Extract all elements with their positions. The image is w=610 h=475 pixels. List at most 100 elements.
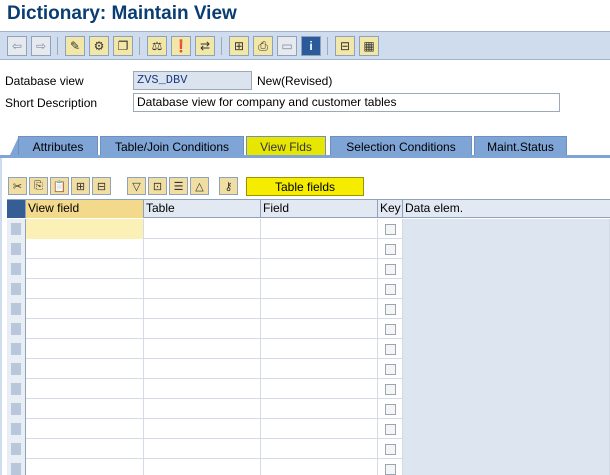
table-cell[interactable] (144, 439, 261, 459)
disabled-icon[interactable]: ▭ (277, 36, 297, 56)
table-cell[interactable] (144, 359, 261, 379)
paste-icon[interactable]: 📋 (50, 177, 69, 195)
key-icon[interactable]: ⚷ (219, 177, 238, 195)
key-cell[interactable] (378, 259, 403, 279)
active-inactive-icon[interactable]: ⚙ (89, 36, 109, 56)
table-cell[interactable] (144, 379, 261, 399)
row-selector[interactable] (7, 439, 26, 459)
key-checkbox[interactable] (385, 384, 396, 395)
view-field-cell[interactable] (26, 279, 144, 299)
column-header-table[interactable]: Table (144, 200, 261, 218)
key-cell[interactable] (378, 299, 403, 319)
display-change-icon[interactable]: ✎ (65, 36, 85, 56)
row-selector[interactable] (7, 239, 26, 259)
key-cell[interactable] (378, 359, 403, 379)
view-field-cell[interactable] (26, 339, 144, 359)
row-selector[interactable] (7, 299, 26, 319)
key-cell[interactable] (378, 279, 403, 299)
column-header-field[interactable]: Field (261, 200, 378, 218)
field-cell[interactable] (261, 439, 378, 459)
column-header-key[interactable]: Key (378, 200, 403, 218)
hierarchy-icon[interactable]: ⊞ (229, 36, 249, 56)
key-checkbox[interactable] (385, 404, 396, 415)
activate-icon[interactable]: ❗ (171, 36, 191, 56)
key-checkbox[interactable] (385, 444, 396, 455)
key-cell[interactable] (378, 459, 403, 475)
view-field-cell[interactable] (26, 239, 144, 259)
table-cell[interactable] (144, 419, 261, 439)
column-header-view-field[interactable]: View field (26, 200, 144, 218)
row-selector[interactable] (7, 219, 26, 239)
row-selector[interactable] (7, 399, 26, 419)
key-checkbox[interactable] (385, 344, 396, 355)
tree-icon[interactable]: ⊟ (335, 36, 355, 56)
table-cell[interactable] (144, 399, 261, 419)
key-checkbox[interactable] (385, 324, 396, 335)
view-field-cell[interactable] (26, 319, 144, 339)
cut-icon[interactable]: ✂ (8, 177, 27, 195)
column-header-data-elem[interactable]: Data elem. (403, 200, 610, 218)
check-icon[interactable]: ⚖ (147, 36, 167, 56)
field-cell[interactable] (261, 459, 378, 475)
field-cell[interactable] (261, 359, 378, 379)
print-icon[interactable]: ⎙ (253, 36, 273, 56)
field-cell[interactable] (261, 239, 378, 259)
row-selector[interactable] (7, 339, 26, 359)
forward-arrow-icon[interactable]: ⇨ (31, 36, 51, 56)
row-selector[interactable] (7, 279, 26, 299)
key-checkbox[interactable] (385, 424, 396, 435)
insert-row-icon[interactable]: ⊞ (71, 177, 90, 195)
select-all-icon[interactable]: ▽ (127, 177, 146, 195)
field-cell[interactable] (261, 299, 378, 319)
field-cell[interactable] (261, 259, 378, 279)
row-selector[interactable] (7, 459, 26, 475)
copy-icon[interactable]: ⎘ (29, 177, 48, 195)
table-cell[interactable] (144, 339, 261, 359)
tab-view-flds[interactable]: View Flds (246, 136, 326, 157)
row-selector[interactable] (7, 259, 26, 279)
view-field-cell[interactable] (26, 219, 144, 239)
view-field-cell[interactable] (26, 459, 144, 475)
key-cell[interactable] (378, 319, 403, 339)
tab-attributes[interactable]: Attributes (18, 136, 98, 157)
back-arrow-icon[interactable]: ⇦ (7, 36, 27, 56)
key-cell[interactable] (378, 419, 403, 439)
tab-table-join-conditions[interactable]: Table/Join Conditions (100, 136, 244, 157)
key-checkbox[interactable] (385, 264, 396, 275)
table-fields-button[interactable]: Table fields (246, 177, 364, 196)
key-checkbox[interactable] (385, 364, 396, 375)
short-description-field[interactable]: Database view for company and customer t… (133, 93, 560, 112)
table-cell[interactable] (144, 239, 261, 259)
field-cell[interactable] (261, 339, 378, 359)
where-used-icon[interactable]: ⇄ (195, 36, 215, 56)
other-object-icon[interactable]: ❐ (113, 36, 133, 56)
table-cell[interactable] (144, 259, 261, 279)
key-cell[interactable] (378, 379, 403, 399)
info-icon[interactable]: i (301, 36, 321, 56)
field-cell[interactable] (261, 419, 378, 439)
key-cell[interactable] (378, 219, 403, 239)
select-all-corner[interactable] (7, 200, 26, 218)
view-field-cell[interactable] (26, 379, 144, 399)
tab-selection-conditions[interactable]: Selection Conditions (330, 136, 472, 157)
key-cell[interactable] (378, 239, 403, 259)
row-selector[interactable] (7, 319, 26, 339)
key-checkbox[interactable] (385, 304, 396, 315)
key-cell[interactable] (378, 439, 403, 459)
table-cell[interactable] (144, 299, 261, 319)
field-cell[interactable] (261, 379, 378, 399)
table-cell[interactable] (144, 319, 261, 339)
key-checkbox[interactable] (385, 464, 396, 475)
collapse-icon[interactable]: △ (190, 177, 209, 195)
field-cell[interactable] (261, 279, 378, 299)
tab-maint-status[interactable]: Maint.Status (474, 136, 567, 157)
view-field-cell[interactable] (26, 439, 144, 459)
key-checkbox[interactable] (385, 224, 396, 235)
field-cell[interactable] (261, 219, 378, 239)
row-selector[interactable] (7, 419, 26, 439)
table-icon[interactable]: ▦ (359, 36, 379, 56)
view-field-cell[interactable] (26, 259, 144, 279)
row-selector[interactable] (7, 379, 26, 399)
view-field-cell[interactable] (26, 419, 144, 439)
key-checkbox[interactable] (385, 284, 396, 295)
